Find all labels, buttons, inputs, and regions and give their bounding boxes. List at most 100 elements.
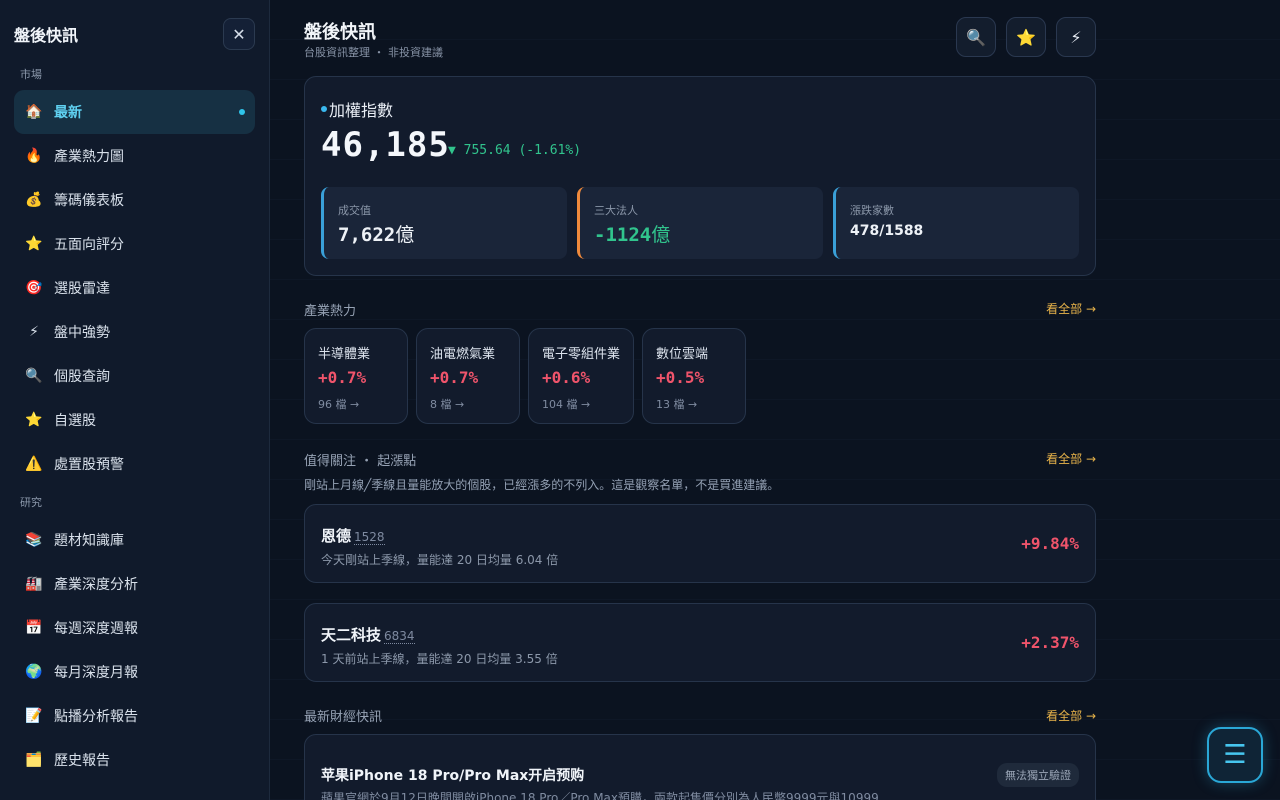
globe-icon: 🌍 — [25, 664, 43, 680]
watch-see-all-link[interactable]: 看全部 → — [1046, 450, 1096, 467]
stat-institutional: 三大法人 -1124億 — [577, 187, 823, 259]
warning-icon: ⚠️ — [25, 456, 43, 472]
industry-card[interactable]: 半導體業 +0.7% 96 檔 → — [304, 328, 408, 424]
star-icon: ⭐ — [25, 412, 43, 428]
close-sidebar-button[interactable]: ✕ — [223, 18, 255, 50]
sidebar-item-history-report[interactable]: 🗂️ 歷史報告 — [14, 738, 255, 782]
stat-value: 7,622億 — [338, 220, 414, 247]
sidebar-item-label: 選股雷達 — [54, 281, 110, 297]
flash-button[interactable]: ⚡ — [1056, 17, 1096, 57]
sidebar-item-stock-radar[interactable]: 🎯 選股雷達 — [14, 266, 255, 310]
industry-count-link: 8 檔 → — [430, 398, 465, 411]
sidebar-item-disposal-warning[interactable]: ⚠️ 處置股預警 — [14, 442, 255, 486]
stat-turnover: 成交值 7,622億 — [321, 187, 567, 259]
search-icon: 🔍 — [25, 368, 43, 384]
sidebar-item-latest[interactable]: 🏠 最新 — [14, 90, 255, 134]
target-icon: 🎯 — [25, 280, 43, 296]
industry-count-link: 13 檔 → — [656, 398, 698, 411]
active-indicator-dot — [239, 109, 245, 115]
news-card[interactable]: 苹果iPhone 18 Pro/Pro Max开启预购 蘋果官網於9月12日晚間… — [304, 734, 1096, 800]
news-section-label: 最新財經快訊 — [304, 710, 383, 725]
verification-badge: 無法獨立驗證 — [997, 763, 1079, 787]
sidebar-header: 盤後快訊 ✕ — [0, 0, 269, 68]
main-content: 盤後快訊 台股資訊整理 ・ 非投資建議 🔍 ⭐ ⚡ 加權指數 46,185 ▼ … — [270, 0, 1280, 800]
sidebar-item-five-score[interactable]: ⭐ 五面向評分 — [14, 222, 255, 266]
folder-icon: 🗂️ — [25, 752, 43, 768]
stat-label: 三大法人 — [594, 204, 638, 217]
close-icon: ✕ — [232, 24, 246, 44]
industry-card[interactable]: 油電燃氣業 +0.7% 8 檔 → — [416, 328, 520, 424]
menu-fab-button[interactable]: ☰ — [1207, 727, 1263, 783]
sidebar-item-monthly-report[interactable]: 🌍 每月深度月報 — [14, 650, 255, 694]
stat-number: -1124 — [594, 224, 652, 246]
stat-number: 478/1588 — [850, 223, 924, 239]
news-see-all-link[interactable]: 看全部 → — [1046, 707, 1096, 724]
stat-label: 漲跌家數 — [850, 204, 894, 217]
index-change: ▼ 755.64 (-1.61%) — [448, 143, 582, 158]
index-value: 46,185 — [321, 125, 450, 165]
sidebar-item-label: 點播分析報告 — [54, 709, 138, 725]
sidebar-item-watchlist[interactable]: ⭐ 自選股 — [14, 398, 255, 442]
fire-icon: 🔥 — [25, 148, 43, 164]
index-card: 加權指數 46,185 ▼ 755.64 (-1.61%) 成交值 7,622億… — [304, 76, 1096, 276]
sidebar-title: 盤後快訊 — [14, 26, 79, 45]
industry-card[interactable]: 數位雲端 +0.5% 13 檔 → — [642, 328, 746, 424]
stock-pct: +2.37% — [1021, 633, 1079, 652]
stat-unit: 億 — [395, 224, 415, 246]
industry-pct: +0.5% — [656, 368, 705, 387]
sidebar-item-label: 籌碼儀表板 — [54, 193, 124, 209]
sidebar-item-label: 五面向評分 — [54, 237, 124, 253]
sidebar-item-industry-heatmap[interactable]: 🔥 產業熱力圖 — [14, 134, 255, 178]
index-name: 加權指數 — [321, 97, 393, 121]
industry-pct: +0.7% — [430, 368, 479, 387]
sidebar-item-label: 題材知識庫 — [54, 533, 124, 549]
favorite-button[interactable]: ⭐ — [1006, 17, 1046, 57]
sidebar-section-research: 研究 — [20, 496, 42, 509]
stat-unit: 億 — [651, 224, 671, 246]
search-button[interactable]: 🔍 — [956, 17, 996, 57]
stock-code[interactable]: 6834 — [384, 629, 415, 644]
stock-card[interactable]: 天二科技 6834 1 天前站上季線，量能達 20 日均量 3.55 倍 +2.3… — [304, 603, 1096, 682]
sidebar-item-label: 自選股 — [54, 413, 96, 429]
watch-description: 剛站上月線╱季線且量能放大的個股，已經漲多的不列入。這是觀察名單，不是買進建議。 — [304, 478, 780, 492]
stock-code[interactable]: 1528 — [354, 530, 385, 545]
stock-name: 天二科技 6834 — [321, 624, 415, 645]
industry-name: 電子零組件業 — [542, 347, 621, 362]
stock-card[interactable]: 恩德 1528 今天剛站上季線，量能達 20 日均量 6.04 倍 +9.84% — [304, 504, 1096, 583]
watch-section-label: 值得關注 ・ 起漲點 — [304, 454, 417, 469]
page-subtitle: 台股資訊整理 ・ 非投資建議 — [304, 46, 443, 59]
home-icon: 🏠 — [25, 104, 43, 120]
menu-icon: ☰ — [1223, 740, 1247, 770]
industry-see-all-link[interactable]: 看全部 → — [1046, 300, 1096, 317]
memo-icon: 📝 — [25, 708, 43, 724]
sidebar-item-stock-lookup[interactable]: 🔍 個股查詢 — [14, 354, 255, 398]
sidebar-item-label: 每月深度月報 — [54, 665, 138, 681]
page-title: 盤後快訊 — [304, 22, 376, 43]
star-icon: ⭐ — [1016, 27, 1036, 47]
sidebar-section-market: 市場 — [20, 68, 42, 81]
sidebar: 盤後快訊 ✕ 市場 🏠 最新 🔥 產業熱力圖 💰 籌碼儀表板 ⭐ 五面向評分 🎯… — [0, 0, 270, 800]
stock-name-label: 天二科技 — [321, 626, 382, 644]
books-icon: 📚 — [25, 532, 43, 548]
lightning-icon: ⚡ — [1070, 27, 1082, 47]
industry-name: 數位雲端 — [656, 347, 709, 362]
industry-pct: +0.7% — [318, 368, 367, 387]
stock-pct: +9.84% — [1021, 534, 1079, 553]
industry-card[interactable]: 電子零組件業 +0.6% 104 檔 → — [528, 328, 634, 424]
sidebar-item-industry-analysis[interactable]: 🏭 產業深度分析 — [14, 562, 255, 606]
star-icon: ⭐ — [25, 236, 43, 252]
index-dot-icon — [321, 106, 327, 112]
industry-name: 油電燃氣業 — [430, 347, 496, 362]
index-name-label: 加權指數 — [329, 101, 394, 120]
sidebar-item-weekly-report[interactable]: 📅 每週深度週報 — [14, 606, 255, 650]
calendar-icon: 📅 — [25, 620, 43, 636]
sidebar-item-intraday-strong[interactable]: ⚡ 盤中強勢 — [14, 310, 255, 354]
sidebar-item-chip-dashboard[interactable]: 💰 籌碼儀表板 — [14, 178, 255, 222]
sidebar-item-on-demand-report[interactable]: 📝 點播分析報告 — [14, 694, 255, 738]
stat-label: 成交值 — [338, 204, 371, 217]
sidebar-item-topic-kb[interactable]: 📚 題材知識庫 — [14, 518, 255, 562]
search-icon: 🔍 — [966, 27, 986, 47]
stat-value: -1124億 — [594, 220, 670, 247]
sidebar-item-label: 產業深度分析 — [54, 577, 138, 593]
sidebar-item-label: 盤中強勢 — [54, 325, 110, 341]
